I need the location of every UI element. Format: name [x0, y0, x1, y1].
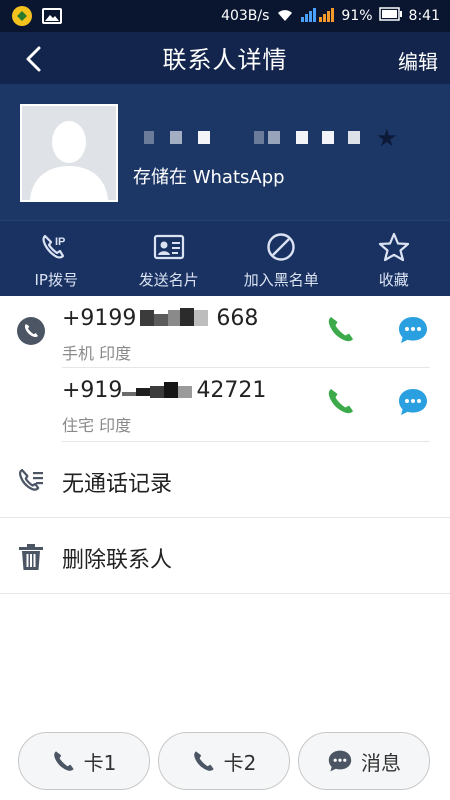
bottom-action-bar: 卡1 卡2 消息	[0, 732, 450, 800]
chat-bubble-icon	[399, 317, 427, 343]
phone-number-tail: 668	[216, 306, 259, 331]
divider	[0, 593, 450, 594]
add-blacklist-label: 加入黑名单	[243, 271, 319, 289]
clock: 8:41	[408, 8, 440, 24]
phone-number-tail: 42721	[196, 378, 267, 403]
favorite-label: 收藏	[378, 271, 409, 289]
page-title: 联系人详情	[162, 46, 288, 74]
phone-green-icon	[328, 389, 353, 414]
favorite-star-icon[interactable]: ★	[376, 124, 398, 152]
add-blacklist-button[interactable]: 加入黑名单	[225, 221, 338, 296]
app-notification-icon	[12, 6, 32, 26]
message-button[interactable]	[397, 315, 429, 349]
call-log-text: 无通话记录	[62, 472, 173, 497]
phone-number-prefix: +919	[62, 378, 123, 403]
redacted-digits	[150, 386, 164, 398]
card-icon	[153, 234, 184, 260]
delete-contact-text: 删除联系人	[62, 548, 173, 573]
edit-button[interactable]: 编辑	[398, 46, 438, 75]
default-person-icon	[22, 106, 116, 200]
redacted-digits	[136, 388, 150, 396]
block-icon	[267, 233, 295, 261]
phone-row[interactable]: +9199 668 手机 印度	[0, 296, 450, 368]
contact-profile: ★ 存储在 WhatsApp	[0, 84, 450, 220]
phone-icon	[53, 751, 74, 771]
message-label: 消息	[361, 750, 401, 775]
send-card-button[interactable]: 发送名片	[113, 221, 226, 296]
redacted-digits	[154, 314, 168, 326]
redacted-digits	[168, 310, 180, 326]
phone-type: 手机 印度	[62, 344, 132, 363]
message-button[interactable]	[397, 387, 429, 421]
app-header: 联系人详情 编辑	[0, 32, 450, 84]
phone-type: 住宅 印度	[62, 416, 132, 435]
ip-call-label: IP拨号	[34, 271, 78, 289]
call-sim2-button[interactable]: 卡2	[158, 732, 290, 790]
battery-icon	[378, 7, 403, 25]
avatar[interactable]	[20, 104, 118, 202]
phone-number-prefix: +9199	[62, 306, 137, 331]
redacted-digits	[164, 382, 178, 398]
send-card-label: 发送名片	[138, 271, 199, 289]
redacted-digits	[140, 310, 154, 326]
phone-icon	[193, 751, 214, 771]
phone-green-icon	[328, 317, 353, 342]
delete-contact-row[interactable]: 删除联系人	[0, 520, 450, 594]
trash-icon	[16, 542, 46, 576]
redacted-digits	[122, 392, 136, 396]
wifi-icon	[275, 6, 295, 26]
star-icon	[378, 232, 409, 262]
redacted-digits	[178, 386, 192, 398]
divider	[62, 441, 430, 442]
chat-bubble-icon	[328, 750, 352, 772]
network-speed: 403B/s	[221, 8, 270, 24]
phone-row[interactable]: +919 42721 住宅 印度	[0, 368, 450, 442]
call-button[interactable]	[326, 386, 356, 420]
send-message-button[interactable]: 消息	[298, 732, 430, 790]
action-bar: IP IP拨号 发送名片 加入黑名单 收藏	[0, 220, 450, 296]
chat-bubble-icon	[399, 389, 427, 415]
call-button[interactable]	[326, 314, 356, 348]
redacted-digits	[194, 310, 208, 326]
ip-call-icon: IP	[42, 234, 66, 259]
ip-call-button[interactable]: IP IP拨号	[0, 221, 113, 296]
battery-level: 91%	[341, 8, 373, 24]
phone-list: +9199 668 手机 印度 +919 42721 住宅 印度	[0, 296, 450, 442]
storage-source: 存储在 WhatsApp	[133, 167, 285, 188]
redacted-digits	[180, 308, 194, 326]
sim2-label: 卡2	[223, 750, 257, 775]
phone-circle-icon	[16, 316, 46, 350]
status-bar: 403B/s 91% 8:41	[0, 0, 450, 32]
call-log-icon	[16, 466, 46, 500]
signal-icon	[301, 6, 335, 26]
call-sim1-button[interactable]: 卡1	[18, 732, 150, 790]
call-log-row[interactable]: 无通话记录	[0, 444, 450, 518]
sim1-label: 卡1	[83, 750, 117, 775]
divider	[0, 517, 450, 518]
favorite-button[interactable]: 收藏	[338, 221, 450, 296]
image-notification-icon	[42, 8, 62, 24]
svg-text:IP: IP	[55, 236, 65, 248]
